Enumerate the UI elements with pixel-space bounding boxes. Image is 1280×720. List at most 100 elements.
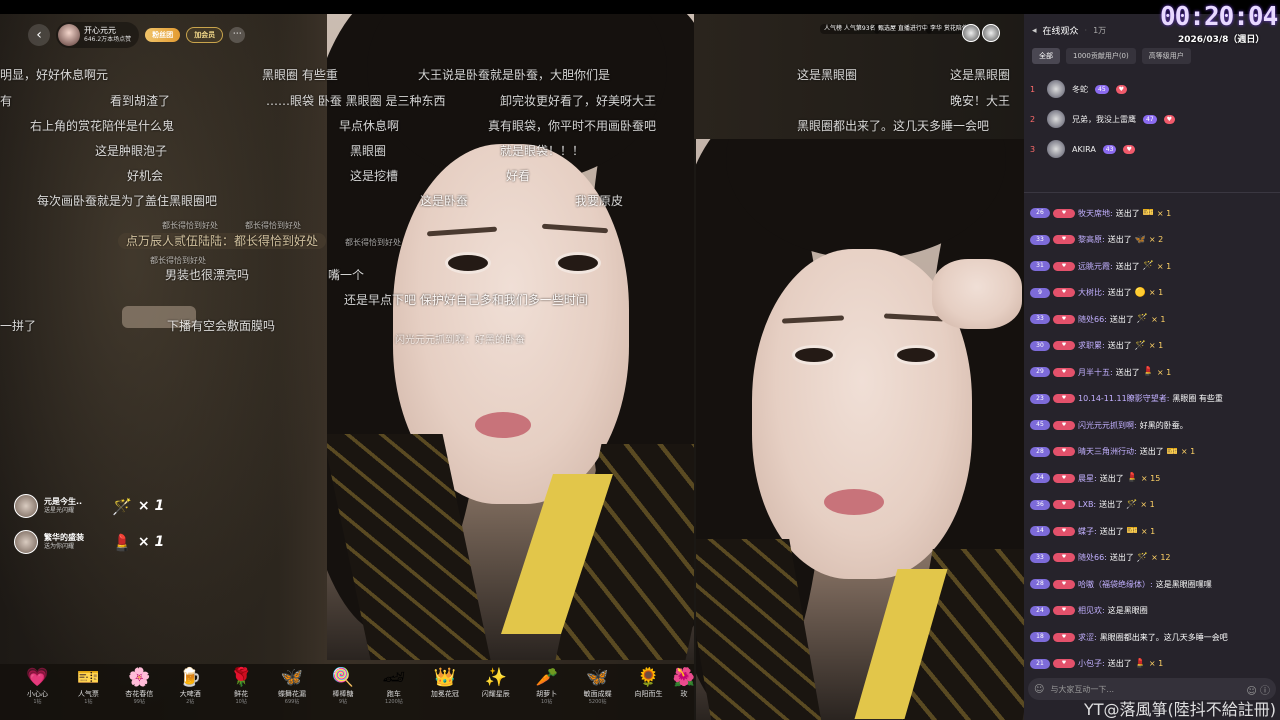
chat-message[interactable]: 45 ♥ 闪光元元抓到啊: 好黑的卧蚕。 [1030, 412, 1280, 439]
fan-badge: ♥ [1123, 144, 1135, 154]
chat-message[interactable]: 30 ♥ 求职累: 送出了 🪄 × 1 [1030, 333, 1280, 360]
sidebar-header: ◂ 在线观众 · 1万 [1032, 24, 1107, 38]
chat-message[interactable]: 33 ♥ 随处66: 送出了 🪄 × 12 [1030, 545, 1280, 572]
chat-message[interactable]: 24 ♥ 相见欢: 这是黑眼圈 [1030, 598, 1280, 625]
chat-text: 送出了 [1115, 208, 1140, 218]
gift-icon: 🪄 [1126, 499, 1138, 510]
gift-item[interactable]: 🥕 胡萝卜 10钻 [521, 666, 572, 720]
danmaku: 黑眼圈 [350, 144, 387, 158]
host-name: 开心元元 [84, 26, 116, 35]
gift-icon: 💄 [1126, 473, 1138, 484]
fan-badge: ♥ [1053, 314, 1075, 324]
chat-list[interactable]: 26 ♥ 牧天席地: 送出了 🎫 × 1 33 ♥ 黎高原: 送出了 🦋 × 2 31 ♥ 远眺元霞: 送出了… [1030, 200, 1280, 704]
rank-row[interactable]: 2 兄弟，我没上雷鹰 47 ♥ [1030, 110, 1176, 128]
chat-text: 这是黑眼圈嘿嘿 [1155, 579, 1212, 589]
gift-item[interactable]: 🦋 敏面成蝶 5200钻 [572, 666, 623, 720]
level-badge: 28 [1030, 446, 1050, 457]
emoji-icon[interactable]: ☺ [1034, 684, 1044, 695]
chat-message[interactable]: 26 ♥ 牧天席地: 送出了 🎫 × 1 [1030, 200, 1280, 227]
gift-item[interactable]: 🦋 蝶舞花漏 699钻 [267, 666, 318, 720]
chat-text: 送出了 [1115, 367, 1140, 377]
gift-item[interactable]: ✨ 闪耀星辰 [470, 666, 521, 720]
danmaku: 这是卧蚕 [420, 194, 469, 208]
gift-item[interactable]: 🌺 玫 [673, 666, 694, 720]
input-tools-icon[interactable]: ☺ ⓘ [1246, 682, 1270, 697]
fan-club-button[interactable]: 粉丝团 [145, 28, 181, 42]
secondary-live-room: 人气榜 人气第93名 甄选屋 直播进行中 李华 赏花陪伴 这是黑眼圈 这是黑眼圈… [694, 14, 1024, 720]
rank-name: 兄弟，我没上雷鹰 [1072, 114, 1136, 124]
tab-all[interactable]: 全部 [1032, 48, 1060, 64]
level-badge: 33 [1030, 234, 1050, 245]
more-icon[interactable]: ⋯ [229, 27, 246, 43]
host-info[interactable]: 开心元元 646.2万本场点赞 [56, 22, 140, 48]
gift-item[interactable]: 👑 加冕花冠 [419, 666, 470, 720]
chat-text: 好黑的卧蚕。 [1139, 420, 1188, 430]
fan-badge: ♥ [1053, 553, 1075, 563]
gift-item[interactable]: 🌸 杏花春信 99钻 [114, 666, 165, 720]
gift-price: 9钻 [338, 699, 348, 705]
gift-item[interactable]: 🌹 鲜花 10钻 [216, 666, 267, 720]
gift-item[interactable]: 🌻 向阳而生 [623, 666, 674, 720]
gift-count: × 1 [1140, 500, 1155, 510]
chat-message[interactable]: 23 ♥ 10.14-11.11瞭影守望者: 黑眼圈 有些重 [1030, 386, 1280, 413]
chat-username: 哈嗷（福袋绝缘体）: [1078, 579, 1153, 589]
chat-text: 这是黑眼圈 [1107, 606, 1148, 616]
chat-message[interactable]: 9 ♥ 大树比: 送出了 🟡 × 1 [1030, 280, 1280, 307]
chat-text: 送出了 [1109, 314, 1134, 324]
gift-icon: 🪄 [1136, 314, 1149, 325]
chat-username: 随处66: [1078, 314, 1107, 324]
chat-message[interactable]: 33 ♥ 随处66: 送出了 🪄 × 1 [1030, 306, 1280, 333]
chat-username: 黎高原: [1078, 235, 1105, 245]
chat-message[interactable]: 28 ♥ 晴天三角洲行动: 送出了 🎫 × 1 [1030, 439, 1280, 466]
carrot-icon: 🥕 [535, 667, 558, 688]
level-badge: 29 [1030, 367, 1050, 378]
chat-message[interactable]: 28 ♥ 哈嗷（福袋绝缘体）: 这是黑眼圈嘿嘿 [1030, 571, 1280, 598]
rank-row[interactable]: 3 AKIRA 43 ♥ [1030, 140, 1135, 158]
gift-item[interactable]: 🎫 人气票 1钻 [63, 666, 114, 720]
chat-username: 相见欢: [1078, 606, 1105, 616]
gift-bar: 💗 小心心 1钻 🎫 人气票 1钻 🌸 杏花春信 99钻 🍺 大啤酒 2钻 🌹 鲜花 10钻 🦋 蝶舞… [0, 664, 694, 720]
gift-item[interactable]: 💗 小心心 1钻 [12, 666, 63, 720]
chat-username: 远眺元霞: [1078, 261, 1113, 271]
chat-message[interactable]: 14 ♥ 蝶子: 送出了 🎫 × 1 [1030, 518, 1280, 545]
viewer-count: 1万 [1093, 26, 1107, 35]
back-button[interactable]: ‹ [28, 24, 50, 46]
chat-message[interactable]: 18 ♥ 求涩: 黑眼圈都出来了。这几天多睡一会吧 [1030, 624, 1280, 651]
beer-icon: 🍺 [179, 667, 202, 688]
danmaku: 每次画卧蚕就是为了盖住黑眼圈吧 [37, 194, 218, 208]
host-avatar[interactable] [58, 24, 80, 46]
danmaku: 看到胡渣了 [110, 94, 171, 108]
danmaku: 右上角的赏花陪伴是什么鬼 [30, 119, 175, 133]
chat-message[interactable]: 21 ♥ 小包子: 送出了 💄 × 1 [1030, 651, 1280, 678]
top-strip [0, 0, 1280, 14]
secondary-video[interactable] [696, 139, 1024, 720]
avatar[interactable] [962, 24, 980, 42]
wand-icon: 🪄 [112, 496, 132, 516]
lollipop-icon: 🍭 [331, 667, 355, 688]
fan-badge: ♥ [1053, 288, 1075, 298]
chat-message[interactable]: 33 ♥ 黎高原: 送出了 🦋 × 2 [1030, 227, 1280, 254]
gift-name: 玫 [680, 690, 688, 698]
popularity-chip[interactable]: 人气榜 人气第93名 [820, 24, 880, 34]
level-badge: 45 [1030, 420, 1050, 431]
rank-number: 3 [1030, 144, 1036, 154]
chat-username: 蝶子: [1078, 526, 1097, 536]
rank-row[interactable]: 1 冬蛇 45 ♥ [1030, 80, 1128, 98]
chat-message[interactable]: 36 ♥ LXB: 送出了 🪄 × 1 [1030, 492, 1280, 519]
collapse-icon[interactable]: ◂ [1032, 26, 1037, 36]
room-status-chip[interactable]: 甄选屋 直播进行中 [874, 24, 932, 34]
gift-name: 鲜花 [234, 690, 249, 698]
stream-date: 2026/03/8（週日） [1178, 35, 1265, 45]
gift-item[interactable]: 🍭 棒棒糖 9钻 [318, 666, 369, 720]
chat-message[interactable]: 31 ♥ 远眺元霞: 送出了 🪄 × 1 [1030, 253, 1280, 280]
audience-tabs: 全部 1000贡献用户(0) 高等级用户 [1032, 48, 1191, 64]
tab-contributors[interactable]: 1000贡献用户(0) [1066, 48, 1136, 64]
chat-message[interactable]: 24 ♥ 晨星: 送出了 💄 × 15 [1030, 465, 1280, 492]
tab-high-level[interactable]: 高等级用户 [1141, 48, 1191, 64]
avatar[interactable] [982, 24, 1000, 42]
gift-item[interactable]: 🍺 大啤酒 2钻 [165, 666, 216, 720]
gift-item[interactable]: 🏎 跑车 1200钻 [368, 666, 419, 720]
gift-price: 99钻 [133, 699, 145, 705]
chat-message[interactable]: 29 ♥ 月半十五: 送出了 💄 × 1 [1030, 359, 1280, 386]
join-vip-button[interactable]: 加会员 [186, 27, 224, 43]
